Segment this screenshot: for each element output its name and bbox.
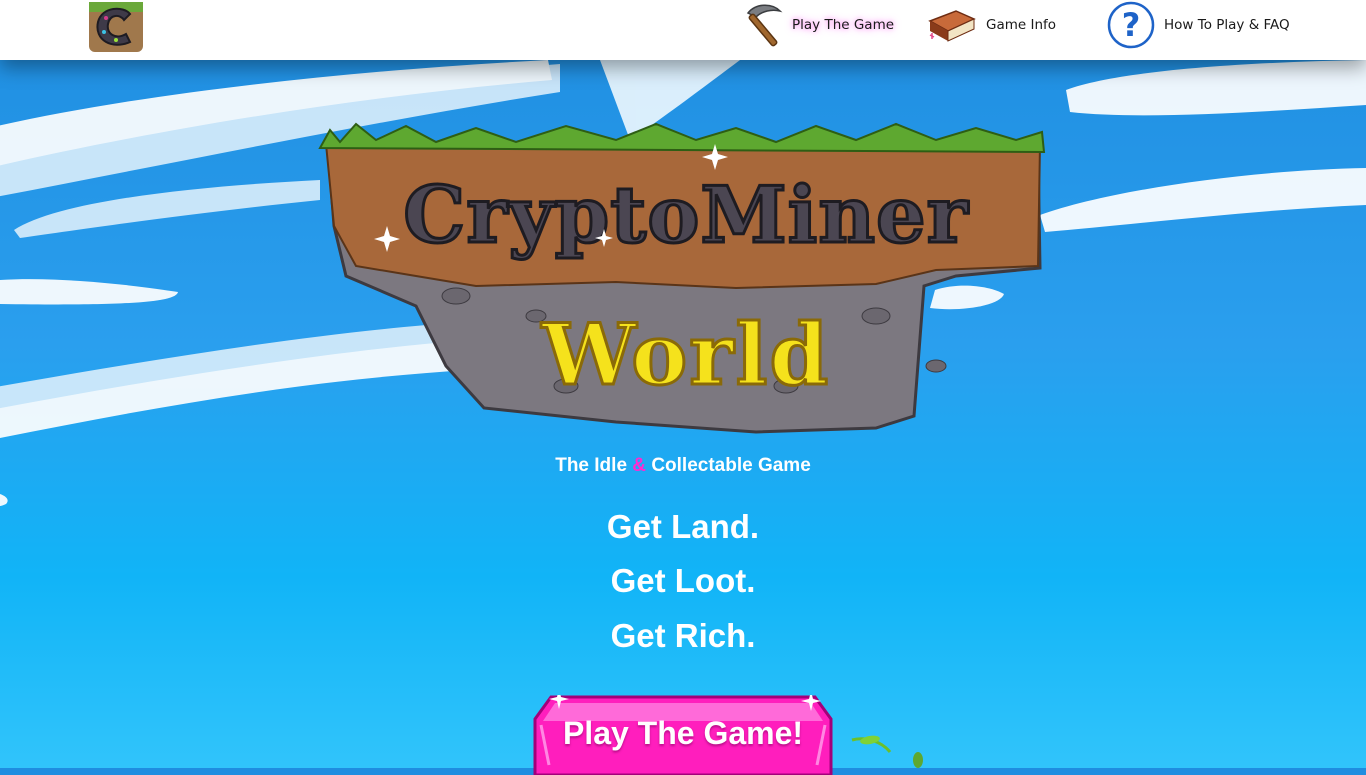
logo-title-line1: CryptoMiner <box>403 170 969 261</box>
logo-title-line2: World <box>541 305 830 404</box>
tagline-part2: Collectable Game <box>651 455 811 476</box>
slogan-get-rich: Get Rich. <box>610 617 756 654</box>
play-the-game-button-label: Play The Game! <box>562 715 804 751</box>
nav-play-the-game[interactable]: Play The Game <box>740 0 894 50</box>
tagline-ampersand: & <box>632 455 647 476</box>
c-logo-icon[interactable] <box>86 0 146 54</box>
nav-how-to-play-faq[interactable]: ? How To Play & FAQ <box>1106 0 1290 50</box>
nav-faq-label: How To Play & FAQ <box>1164 17 1290 33</box>
nav-play-label: Play The Game <box>792 17 895 33</box>
play-the-game-button[interactable]: Play The Game! <box>533 695 833 775</box>
question-icon: ? <box>1107 1 1155 49</box>
top-navbar: Play The Game Game Info ? How To Play & … <box>0 0 1366 60</box>
book-icon <box>928 10 976 42</box>
pickaxe-icon <box>746 4 783 47</box>
slogan-get-loot: Get Loot. <box>610 562 756 599</box>
tagline-part1: The Idle <box>555 455 628 476</box>
nav-info-label: Game Info <box>986 17 1057 33</box>
nav-game-info[interactable]: Game Info <box>926 0 1056 50</box>
slogan-get-land: Get Land. <box>606 508 760 545</box>
cryptominer-world-logo: CryptoMiner World <box>318 122 1046 434</box>
tagline: The Idle & Collectable Game <box>0 455 1366 477</box>
svg-text:?: ? <box>1122 6 1141 44</box>
sprout-decoration <box>851 735 923 768</box>
